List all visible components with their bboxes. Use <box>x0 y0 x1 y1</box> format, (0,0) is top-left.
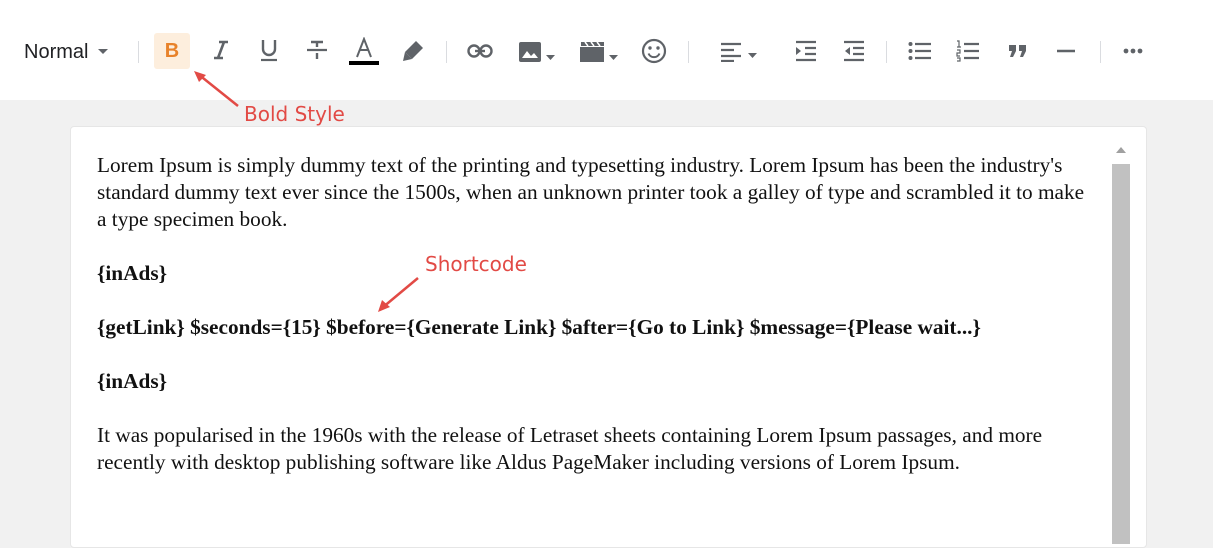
more-icon <box>1123 48 1143 54</box>
toolbar-divider <box>1100 41 1101 63</box>
video-button[interactable] <box>576 36 620 68</box>
annotation-shortcode: Shortcode <box>425 252 527 276</box>
editor-content[interactable]: Lorem Ipsum is simply dummy text of the … <box>97 152 1097 476</box>
link-button[interactable] <box>464 36 496 66</box>
quote-icon <box>1009 45 1026 57</box>
image-button[interactable] <box>514 36 558 68</box>
chevron-down-icon <box>747 52 757 58</box>
format-label: Normal <box>24 40 89 63</box>
bold-button[interactable]: B <box>154 33 190 69</box>
strikethrough-icon <box>307 40 327 59</box>
scroll-up-arrow-icon[interactable] <box>1116 147 1126 153</box>
align-icon <box>720 42 741 62</box>
highlight-button[interactable] <box>398 36 428 66</box>
toolbar-divider <box>446 41 447 63</box>
numbered-list-icon <box>956 40 979 62</box>
highlight-icon <box>403 41 423 61</box>
underline-icon <box>261 40 277 62</box>
annotation-arrow-icon <box>194 71 239 107</box>
text-color-button[interactable] <box>348 34 380 68</box>
more-button[interactable] <box>1118 36 1148 66</box>
align-button[interactable] <box>714 36 762 68</box>
indent-button[interactable] <box>790 36 822 66</box>
scrollbar-thumb[interactable] <box>1112 164 1130 544</box>
quote-button[interactable] <box>1002 36 1034 66</box>
annotation-bold-style: Bold Style <box>244 102 345 126</box>
indent-icon <box>796 40 816 62</box>
link-icon <box>467 44 493 58</box>
horizontal-rule-icon <box>1057 49 1075 53</box>
bulleted-list-icon <box>908 42 931 60</box>
shortcode-getlink: {getLink} $seconds={15} $before={Generat… <box>97 315 981 339</box>
emoji-icon <box>641 38 667 64</box>
italic-icon <box>214 40 228 60</box>
italic-button[interactable] <box>206 34 236 66</box>
toolbar-divider <box>138 41 139 63</box>
editor-toolbar: Normal B <box>0 0 1213 100</box>
image-icon <box>518 42 541 62</box>
format-dropdown[interactable]: Normal <box>24 38 109 66</box>
toolbar-divider <box>688 41 689 63</box>
horizontal-rule-button[interactable] <box>1050 36 1082 66</box>
chevron-down-icon <box>545 54 555 60</box>
outdent-button[interactable] <box>838 36 870 66</box>
underline-button[interactable] <box>254 34 284 66</box>
strikethrough-button[interactable] <box>302 34 332 66</box>
text-color-icon <box>356 37 372 58</box>
emoji-button[interactable] <box>638 36 670 66</box>
toolbar-divider <box>886 41 887 63</box>
outdent-icon <box>844 40 864 62</box>
text-color-bar <box>349 61 379 65</box>
bold-icon: B <box>164 39 180 62</box>
vertical-scrollbar[interactable] <box>1112 142 1130 544</box>
paragraph: Lorem Ipsum is simply dummy text of the … <box>97 153 1085 231</box>
shortcode-inads: {inAds} <box>97 261 168 285</box>
bulleted-list-button[interactable] <box>904 36 936 66</box>
video-icon <box>579 41 604 62</box>
annotation-arrow-icon <box>378 277 419 312</box>
editor-area[interactable]: Lorem Ipsum is simply dummy text of the … <box>70 126 1147 548</box>
chevron-down-icon <box>608 54 618 60</box>
chevron-down-icon <box>98 49 109 54</box>
paragraph: It was popularised in the 1960s with the… <box>97 423 1043 474</box>
shortcode-inads: {inAds} <box>97 369 168 393</box>
numbered-list-button[interactable] <box>952 36 984 66</box>
